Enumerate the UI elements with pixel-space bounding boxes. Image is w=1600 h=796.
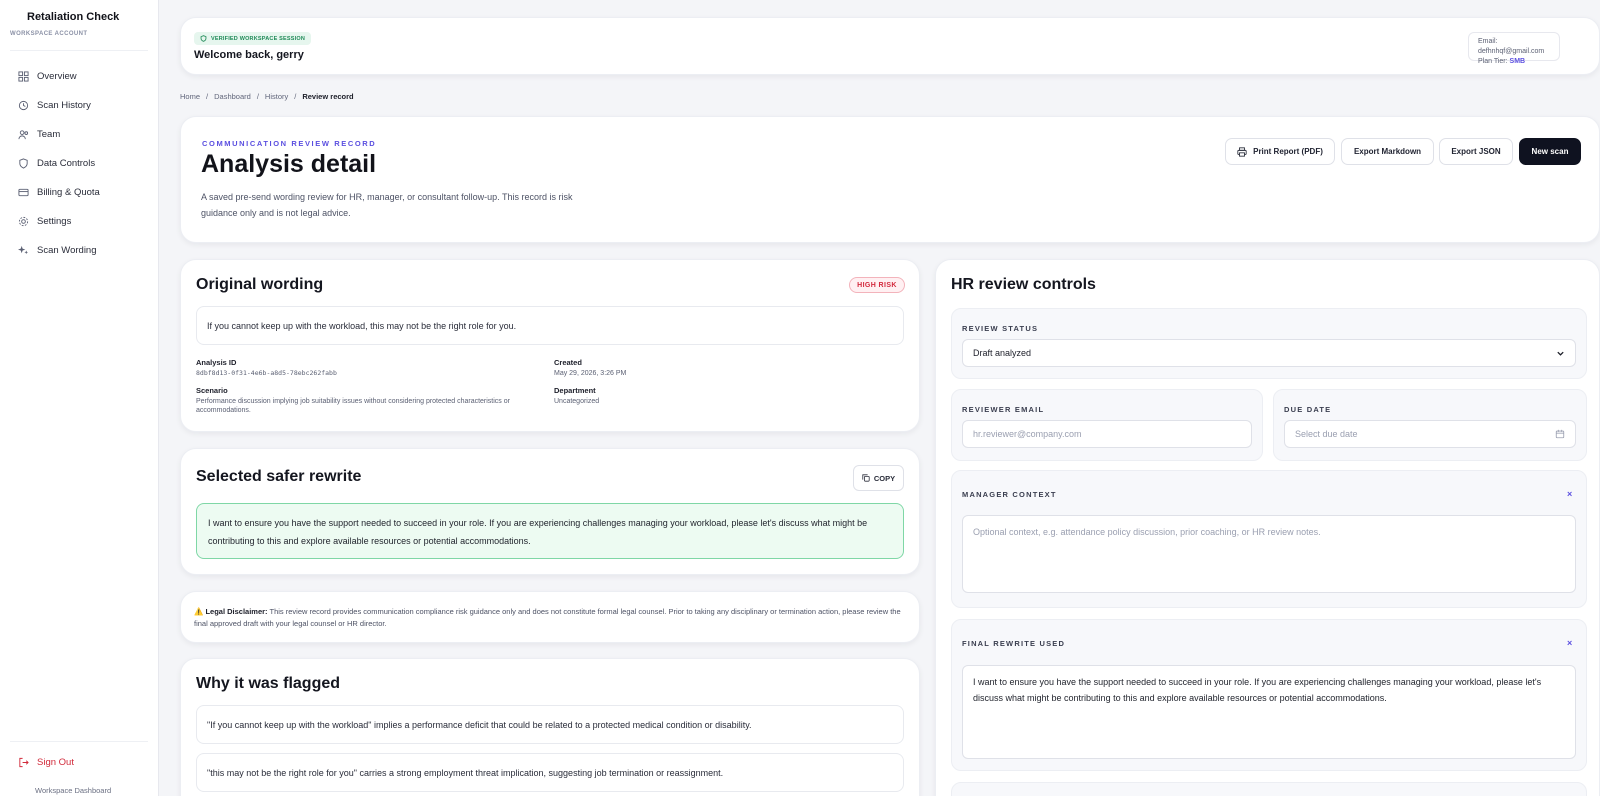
sidebar-item-scan-history[interactable]: Scan History	[18, 97, 91, 113]
breadcrumb-current: Review record	[302, 92, 354, 101]
breadcrumb-dashboard[interactable]: Dashboard	[214, 92, 251, 101]
sidebar-item-label: Scan Wording	[37, 244, 97, 256]
print-report-label: Print Report (PDF)	[1253, 147, 1323, 156]
page-title: Analysis detail	[201, 150, 377, 178]
record-header-card	[180, 116, 1600, 243]
department-value: Uncategorized	[554, 398, 600, 405]
sidebar-item-scan-wording[interactable]: Scan Wording	[18, 242, 97, 258]
due-date-input[interactable]: Select due date	[1284, 420, 1576, 448]
workspace-dashboard-link[interactable]: Workspace Dashboard	[35, 786, 111, 795]
export-markdown-button[interactable]: Export Markdown	[1341, 138, 1434, 165]
breadcrumb-history[interactable]: History	[265, 92, 288, 101]
calendar-icon	[1555, 429, 1565, 439]
breadcrumb-home[interactable]: Home	[180, 92, 200, 101]
final-rewrite-label: FINAL REWRITE USED	[962, 639, 1066, 648]
original-wording-title: Original wording	[196, 276, 324, 293]
page-description: A saved pre-send wording review for HR, …	[201, 192, 573, 218]
verified-badge-label: VERIFIED WORKSPACE SESSION	[211, 35, 306, 42]
department-label: Department	[554, 386, 596, 395]
disclaimer-text: This review record provides communicatio…	[194, 607, 901, 628]
record-eyebrow: COMMUNICATION REVIEW RECORD	[202, 139, 377, 148]
flag-reason-item: "this may not be the right role for you"…	[196, 753, 904, 792]
clear-manager-context-icon[interactable]: ×	[1567, 489, 1572, 499]
sidebar-item-label: Settings	[37, 215, 72, 227]
email-value: defhnhqf@gmail.com	[1478, 48, 1545, 55]
grid-icon	[18, 70, 29, 82]
print-report-button[interactable]: Print Report (PDF)	[1225, 138, 1335, 165]
legal-disclaimer: ⚠️ Legal Disclaimer: This review record …	[194, 606, 904, 630]
credit-card-icon	[18, 188, 29, 196]
sidebar-item-label: Billing & Quota	[37, 186, 100, 198]
copy-icon	[862, 474, 870, 482]
shield-icon	[19, 157, 28, 169]
printer-icon	[1237, 146, 1247, 157]
sidebar-item-settings[interactable]: Settings	[18, 213, 71, 229]
sidebar-divider	[10, 50, 148, 51]
safer-rewrite-text: I want to ensure you have the support ne…	[196, 503, 904, 559]
risk-level-badge: HIGH RISK	[849, 277, 905, 293]
next-review-section	[951, 782, 1587, 796]
analysis-id-value: 8dbf8d13-0f31-4e6b-a8d5-78ebc262fabb	[196, 369, 337, 377]
plan-label: Plan Tier:	[1478, 58, 1508, 65]
sidebar-item-team[interactable]: Team	[18, 126, 60, 142]
due-date-placeholder: Select due date	[1295, 429, 1358, 439]
created-value: May 29, 2026, 3:26 PM	[554, 370, 627, 377]
sidebar-item-billing[interactable]: Billing & Quota	[18, 184, 100, 200]
due-date-label: DUE DATE	[1284, 405, 1332, 414]
plan-value: SMB	[1509, 58, 1526, 65]
hr-review-title: HR review controls	[951, 276, 1096, 293]
manager-context-label: MANAGER CONTEXT	[962, 490, 1057, 499]
review-status-label: REVIEW STATUS	[962, 324, 1039, 333]
sign-out-button[interactable]: Sign Out	[18, 757, 74, 768]
manager-context-textarea[interactable]: Optional context, e.g. attendance policy…	[962, 515, 1576, 593]
reviewer-email-input[interactable]: hr.reviewer@company.com	[962, 420, 1252, 448]
warning-icon: ⚠️	[194, 607, 204, 616]
sidebar-item-label: Team	[37, 128, 61, 140]
shield-check-icon	[200, 35, 207, 42]
sign-out-label: Sign Out	[37, 757, 74, 768]
final-rewrite-textarea[interactable]: I want to ensure you have the support ne…	[962, 665, 1576, 759]
copy-button[interactable]: COPY	[853, 465, 904, 491]
disclaimer-label: Legal Disclaimer:	[205, 607, 268, 616]
new-scan-button[interactable]: New scan	[1519, 138, 1581, 165]
reviewer-email-label: REVIEWER EMAIL	[962, 405, 1045, 414]
breadcrumb-separator: /	[206, 92, 209, 101]
gear-icon	[18, 216, 29, 226]
created-label: Created	[554, 358, 582, 367]
scenario-value: Performance discussion implying job suit…	[196, 398, 510, 414]
clear-final-rewrite-icon[interactable]: ×	[1567, 638, 1572, 648]
verified-session-badge: VERIFIED WORKSPACE SESSION	[194, 32, 312, 45]
welcome-message: Welcome back, gerry	[194, 49, 304, 61]
sidebar-item-label: Scan History	[37, 99, 91, 111]
flag-reason-item: "If you cannot keep up with the workload…	[196, 705, 904, 744]
brand-subtitle: WORKSPACE ACCOUNT	[10, 31, 88, 37]
original-wording-text: If you cannot keep up with the workload,…	[196, 306, 904, 345]
chevron-down-icon	[1557, 351, 1564, 356]
breadcrumb-separator: /	[256, 92, 259, 101]
sparkle-icon	[18, 245, 29, 254]
safer-rewrite-title: Selected safer rewrite	[196, 468, 362, 485]
review-status-select[interactable]: Draft analyzed	[962, 339, 1576, 367]
why-flagged-title: Why it was flagged	[196, 675, 341, 692]
sidebar-divider	[10, 741, 148, 742]
users-icon	[18, 129, 29, 139]
sidebar-item-overview[interactable]: Overview	[18, 68, 77, 84]
brand-name: Retaliation Check	[27, 11, 120, 23]
account-info: Email: defhnhqf@gmail.com Plan Tier: SMB	[1468, 32, 1560, 65]
email-label: Email:	[1478, 38, 1498, 45]
sidebar-item-label: Data Controls	[37, 157, 96, 169]
sidebar-item-data-controls[interactable]: Data Controls	[18, 155, 95, 171]
logout-icon	[19, 757, 29, 768]
sidebar: Retaliation Check WORKSPACE ACCOUNT Over…	[0, 0, 159, 796]
breadcrumb: Home / Dashboard / History / Review record	[180, 92, 354, 101]
breadcrumb-separator: /	[294, 92, 297, 101]
analysis-id-label: Analysis ID	[196, 358, 237, 367]
sidebar-item-label: Overview	[37, 70, 77, 82]
scenario-label: Scenario	[196, 386, 228, 395]
copy-label: COPY	[873, 473, 896, 483]
session-header-card	[180, 17, 1600, 75]
export-json-button[interactable]: Export JSON	[1439, 138, 1513, 165]
history-icon	[18, 100, 29, 110]
review-status-value: Draft analyzed	[973, 348, 1032, 358]
